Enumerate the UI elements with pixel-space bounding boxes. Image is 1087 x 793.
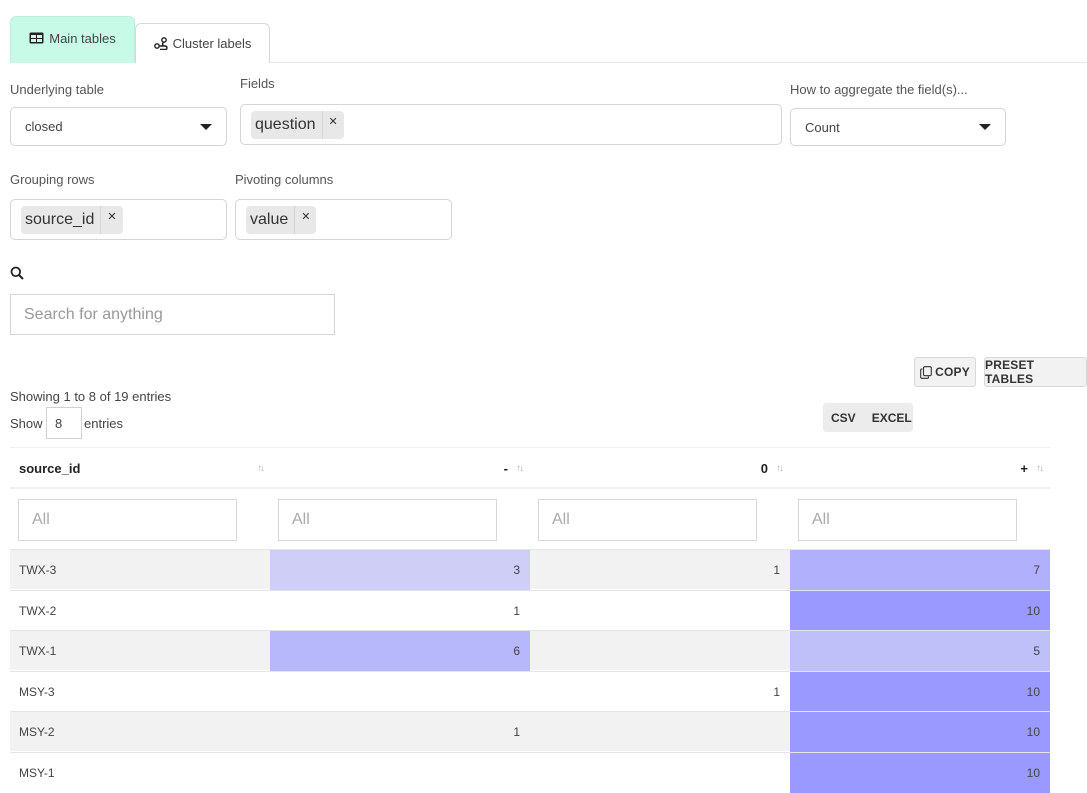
cell-source-id: MSY-2	[19, 725, 55, 739]
column-header-label: +	[1020, 460, 1028, 476]
sort-icon: ↑↓	[516, 462, 524, 474]
table-row: MSY-3 1 10	[10, 670, 1050, 712]
tab-label: Cluster labels	[172, 36, 252, 51]
excel-button[interactable]: EXCEL	[864, 411, 920, 425]
chevron-down-icon	[200, 123, 212, 130]
cell-value-plus: 10	[790, 712, 1050, 752]
grouping-rows-label: Grouping rows	[10, 172, 95, 187]
cell-value-zero: 1	[773, 563, 780, 577]
cell-source-id: TWX-3	[19, 563, 57, 577]
fields-label: Fields	[240, 76, 275, 91]
copy-button[interactable]: COPY	[914, 357, 976, 387]
pivot-chip: value ✕	[246, 205, 317, 234]
cell-value-minus	[270, 753, 530, 793]
table-row: TWX-1 6 5	[10, 630, 1050, 671]
underlying-table-label: Underlying table	[10, 82, 104, 97]
cell-value-minus: 3	[270, 550, 530, 590]
column-header-label: -	[503, 460, 508, 476]
sort-icon: ↑↓	[257, 462, 265, 474]
copy-icon	[920, 365, 932, 379]
chip-label: source_id	[21, 205, 102, 234]
cell-value-plus: 10	[790, 752, 1050, 793]
chip-label: value	[246, 205, 296, 234]
cluster-icon	[153, 37, 168, 50]
filter-input-plus[interactable]: All	[798, 499, 1017, 541]
copy-label: COPY	[935, 365, 970, 379]
cell-value-zero	[530, 712, 790, 752]
cell-value-zero	[530, 753, 790, 793]
pivoting-columns-label: Pivoting columns	[235, 172, 334, 187]
column-header-plus[interactable]: + ↑↓	[790, 448, 1050, 488]
cell-value-minus: 6	[270, 631, 530, 671]
table-icon	[29, 32, 44, 44]
chevron-down-icon	[979, 124, 991, 130]
cell-source-id: MSY-3	[19, 684, 55, 699]
cell-source-id: TWX-2	[19, 603, 57, 618]
grouping-rows-multiselect[interactable]: source_id ✕	[10, 199, 227, 240]
column-filter-row: All All All All	[10, 490, 1050, 548]
column-header-source-id[interactable]: source_id ↑↓	[19, 448, 269, 488]
grouping-chip: source_id ✕	[21, 205, 123, 234]
fields-multiselect[interactable]: question ✕	[240, 104, 782, 145]
entries-label: entries	[84, 416, 124, 431]
chip-label: question	[251, 110, 323, 139]
cell-value-zero	[530, 631, 790, 671]
filter-input-source-id[interactable]: All	[18, 499, 237, 541]
cell-source-id: TWX-1	[19, 644, 57, 658]
table-row: TWX-2 1 10	[10, 589, 1050, 631]
search-input[interactable]: Search for anything	[10, 294, 335, 335]
tab-cluster-labels[interactable]: Cluster labels	[135, 23, 270, 63]
cell-value-minus: 1	[513, 603, 520, 618]
remove-chip-icon[interactable]: ✕	[295, 206, 316, 234]
csv-button[interactable]: CSV	[823, 411, 864, 425]
cell-value-zero	[530, 591, 790, 631]
cell-source-id: MSY-1	[19, 765, 55, 780]
tab-main-tables[interactable]: Main tables	[10, 16, 135, 63]
preset-tables-button[interactable]: PRESET TABLES	[984, 357, 1087, 387]
cell-value-zero: 1	[773, 684, 780, 699]
sort-icon: ↑↓	[776, 462, 784, 474]
remove-chip-icon[interactable]: ✕	[323, 111, 344, 139]
column-header-label: 0	[760, 460, 768, 476]
aggregate-label: How to aggregate the field(s)...	[790, 82, 968, 97]
column-header-zero[interactable]: 0 ↑↓	[530, 448, 790, 488]
export-button-group: CSV EXCEL	[823, 403, 913, 432]
filter-input-zero[interactable]: All	[538, 499, 757, 541]
column-header-label: source_id	[19, 460, 81, 476]
page-length-input[interactable]: 8	[46, 407, 82, 439]
cell-value-plus: 7	[790, 550, 1050, 590]
cell-value-minus: 1	[513, 725, 520, 739]
underlying-table-select[interactable]: closed	[10, 107, 227, 146]
table-row: MSY-1 10	[10, 751, 1050, 793]
pivoting-columns-multiselect[interactable]: value ✕	[235, 199, 452, 240]
table-row: TWX-3 3 1 7	[10, 549, 1050, 590]
table-header: source_id ↑↓ - ↑↓ 0 ↑↓ + ↑↓	[10, 447, 1050, 489]
table-row: MSY-2 1 10	[10, 711, 1050, 752]
sort-icon: ↑↓	[1036, 462, 1044, 474]
show-label: Show	[10, 416, 43, 431]
tab-label: Main tables	[49, 30, 116, 46]
field-chip: question ✕	[251, 110, 344, 139]
column-header-minus[interactable]: - ↑↓	[270, 448, 530, 488]
filter-input-minus[interactable]: All	[278, 499, 497, 541]
search-icon	[10, 266, 24, 280]
remove-chip-icon[interactable]: ✕	[101, 206, 122, 234]
cell-value-minus	[270, 672, 530, 712]
aggregate-select[interactable]: Count	[790, 108, 1006, 146]
cell-value-plus: 10	[790, 671, 1050, 712]
table-info: Showing 1 to 8 of 19 entries	[10, 389, 172, 404]
underlying-table-value: closed	[25, 119, 63, 134]
tab-bar-divider	[134, 62, 1087, 63]
cell-value-plus: 5	[790, 631, 1050, 671]
aggregate-value: Count	[805, 119, 840, 135]
cell-value-plus: 10	[790, 590, 1050, 631]
